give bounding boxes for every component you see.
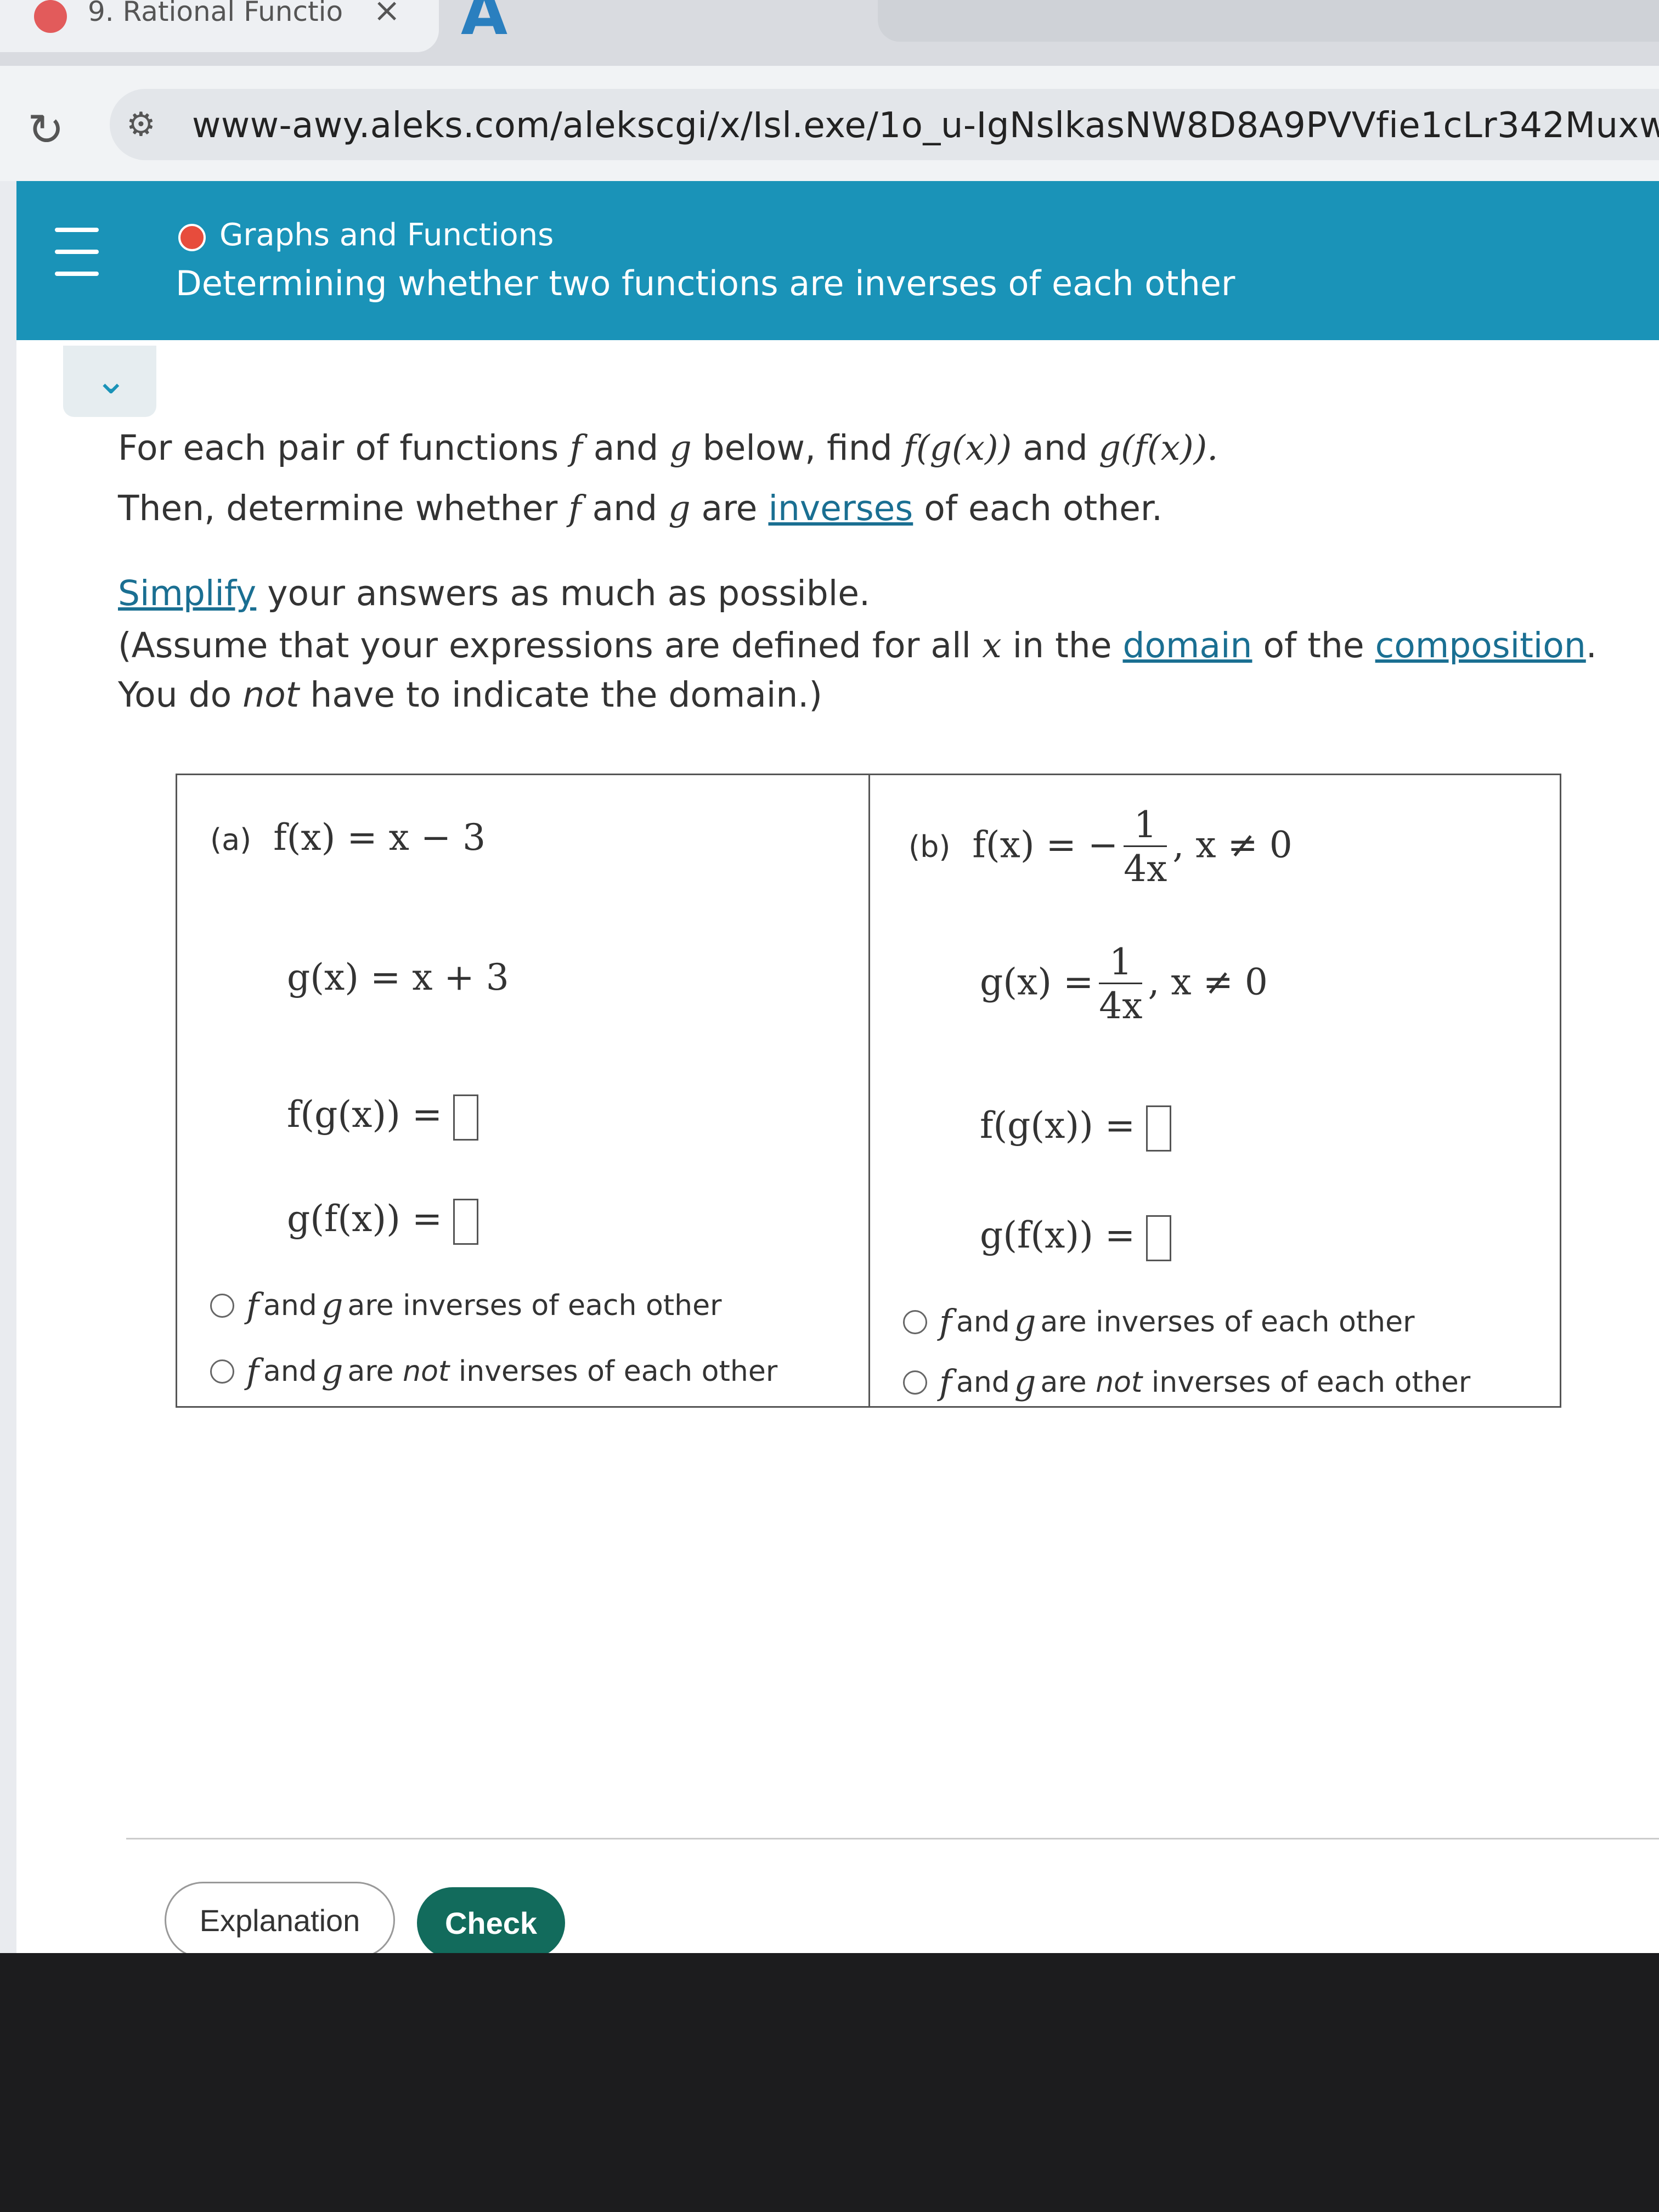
part-b-option-inverses[interactable]: f and g are inverses of each other (903, 1302, 1415, 1342)
lesson-title: Determining whether two functions are in… (176, 263, 1235, 303)
composition-link[interactable]: composition (1375, 625, 1586, 665)
tab-favicon-icon (34, 0, 67, 33)
problem-table: (a) f(x) = x − 3 g(x) = x + 3 f(g(x)) = g… (176, 774, 1561, 1408)
monitor-bezel (0, 1953, 1659, 2212)
radio-button[interactable] (903, 1370, 927, 1395)
radio-button[interactable] (903, 1310, 927, 1334)
instruction-line-4: (Assume that your expressions are define… (118, 625, 1597, 665)
part-b-f-definition: (b) f(x) = −1 4x, x ≠ 0 (909, 804, 1293, 890)
page-background: Graphs and Functions Determining whether… (0, 181, 1659, 2112)
radio-button[interactable] (210, 1359, 234, 1384)
part-b-g-definition: g(x) = 1 4x, x ≠ 0 (980, 941, 1268, 1027)
browser-tab-strip: 9. Rational Functio × A (0, 0, 1659, 66)
part-a-option-not-inverses[interactable]: f and g are not inverses of each other (210, 1351, 777, 1391)
browser-tab-active[interactable]: 9. Rational Functio × (0, 0, 439, 52)
part-a-gf-answer-input[interactable] (453, 1199, 479, 1245)
instruction-line-5: You do not have to indicate the domain.) (118, 675, 822, 715)
part-b-gf-row: g(f(x)) = (980, 1214, 1172, 1261)
part-a-g-definition: g(x) = x + 3 (287, 956, 509, 998)
url-text[interactable]: www-awy.aleks.com/alekscgi/x/Isl.exe/1o_… (192, 105, 1659, 146)
lesson-header: Graphs and Functions Determining whether… (16, 181, 1659, 340)
tab-title: 9. Rational Functio (88, 0, 343, 27)
part-a-fg-row: f(g(x)) = (287, 1093, 479, 1141)
check-button[interactable]: Check (417, 1887, 565, 1959)
footer-divider (126, 1838, 1659, 1839)
address-bar[interactable]: ⚙ www-awy.aleks.com/alekscgi/x/Isl.exe/1… (110, 89, 1659, 160)
reload-icon[interactable]: ↻ (27, 104, 64, 155)
hamburger-menu-icon[interactable] (55, 228, 99, 288)
site-settings-icon[interactable]: ⚙ (126, 105, 156, 144)
explanation-button[interactable]: Explanation (165, 1882, 395, 1959)
aleks-tab-logo-icon[interactable]: A (461, 0, 507, 48)
part-a-fg-answer-input[interactable] (453, 1094, 479, 1141)
chevron-down-icon: ⌄ (95, 358, 127, 403)
part-a-gf-row: g(f(x)) = (287, 1198, 479, 1245)
aleks-app: Graphs and Functions Determining whether… (16, 181, 1659, 2046)
part-b-option-not-inverses[interactable]: f and g are not inverses of each other (903, 1362, 1470, 1402)
part-a-option-inverses[interactable]: f and g are inverses of each other (210, 1285, 722, 1325)
part-b-gf-answer-input[interactable] (1146, 1215, 1172, 1261)
instruction-line-3: Simplify your answers as much as possibl… (118, 573, 871, 613)
part-a-cell: (a) f(x) = x − 3 g(x) = x + 3 f(g(x)) = g… (177, 775, 868, 1406)
radio-button[interactable] (210, 1293, 234, 1318)
simplify-link[interactable]: Simplify (118, 573, 256, 613)
topic-label: Graphs and Functions (219, 217, 554, 253)
instruction-line-2: Then, determine whether f and g are inve… (118, 488, 1163, 528)
part-b-fg-row: f(g(x)) = (980, 1104, 1172, 1152)
topic-status-icon (178, 224, 206, 251)
tab-close-icon[interactable]: × (373, 0, 400, 30)
instruction-line-1: For each pair of functions f and g below… (118, 428, 1218, 468)
part-b-cell: (b) f(x) = −1 4x, x ≠ 0 g(x) = 1 4x, x ≠ 0 f… (868, 775, 1560, 1406)
browser-tab-inactive[interactable] (878, 0, 1659, 42)
inverses-link[interactable]: inverses (768, 488, 913, 528)
domain-link[interactable]: domain (1123, 625, 1252, 665)
part-a-f-definition: (a) f(x) = x − 3 (210, 816, 486, 859)
browser-toolbar: ↻ ⚙ www-awy.aleks.com/alekscgi/x/Isl.exe… (0, 66, 1659, 182)
collapse-header-button[interactable]: ⌄ (63, 346, 156, 417)
part-b-fg-answer-input[interactable] (1146, 1105, 1172, 1152)
